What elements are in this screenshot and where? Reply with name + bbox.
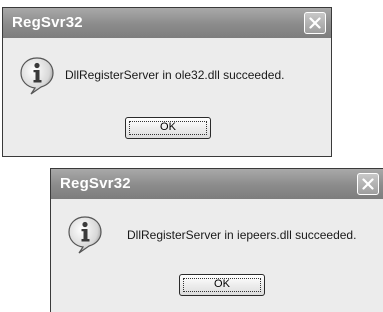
- close-icon: [362, 178, 374, 190]
- close-button[interactable]: [357, 173, 379, 195]
- dialog-title: RegSvr32: [60, 175, 131, 192]
- ok-button[interactable]: OK: [125, 117, 211, 139]
- dialog-title: RegSvr32: [12, 14, 83, 31]
- dialog-body: DllRegisterServer in ole32.dll succeeded…: [3, 38, 331, 156]
- close-button[interactable]: [304, 12, 326, 34]
- ok-button-label: OK: [160, 121, 176, 133]
- ok-button[interactable]: OK: [179, 274, 265, 296]
- regsvr32-dialog-2: RegSvr32 DllRegisterServer in iepeers.dl…: [50, 168, 383, 312]
- information-icon: [68, 216, 102, 254]
- dialog-body: DllRegisterServer in iepeers.dll succeed…: [51, 199, 383, 312]
- dialog-titlebar[interactable]: RegSvr32: [51, 169, 383, 199]
- ok-button-label: OK: [214, 278, 230, 290]
- regsvr32-dialog-1: RegSvr32 DllRegisterServer in ole32.dll …: [2, 7, 332, 157]
- close-icon: [309, 17, 321, 29]
- information-icon: [20, 57, 54, 95]
- dialog-message: DllRegisterServer in iepeers.dll succeed…: [127, 228, 357, 242]
- dialog-titlebar[interactable]: RegSvr32: [3, 8, 331, 38]
- dialog-message: DllRegisterServer in ole32.dll succeeded…: [65, 68, 285, 82]
